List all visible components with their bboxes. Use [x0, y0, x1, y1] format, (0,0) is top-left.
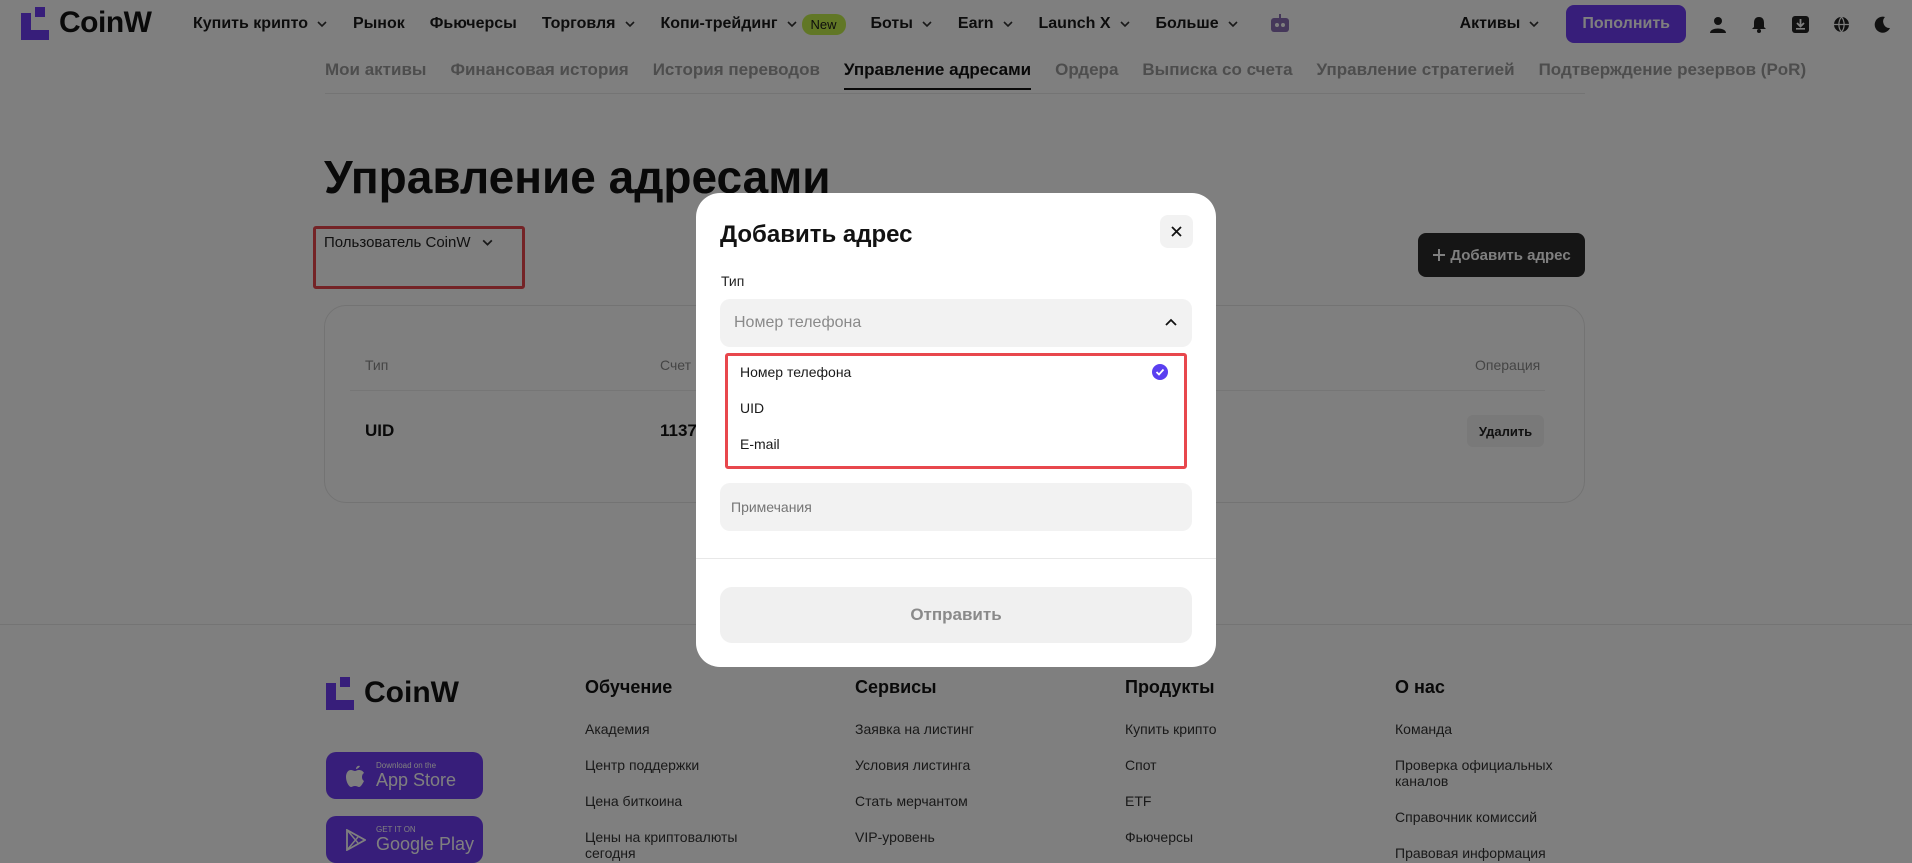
- remarks-input[interactable]: [720, 483, 1192, 531]
- type-field-label: Тип: [721, 273, 745, 289]
- close-button[interactable]: [1160, 215, 1193, 248]
- type-select-value: Номер телефона: [734, 314, 862, 331]
- close-icon: [1171, 226, 1182, 237]
- submit-button[interactable]: Отправить: [720, 587, 1192, 643]
- modal-divider: [696, 558, 1216, 559]
- options-highlight-box: [725, 353, 1187, 469]
- add-address-modal: Добавить адрес Тип Номер телефона Номер …: [696, 193, 1216, 667]
- chevron-up-icon: [1165, 318, 1177, 326]
- type-select[interactable]: Номер телефона: [720, 299, 1192, 347]
- modal-title: Добавить адрес: [720, 221, 913, 248]
